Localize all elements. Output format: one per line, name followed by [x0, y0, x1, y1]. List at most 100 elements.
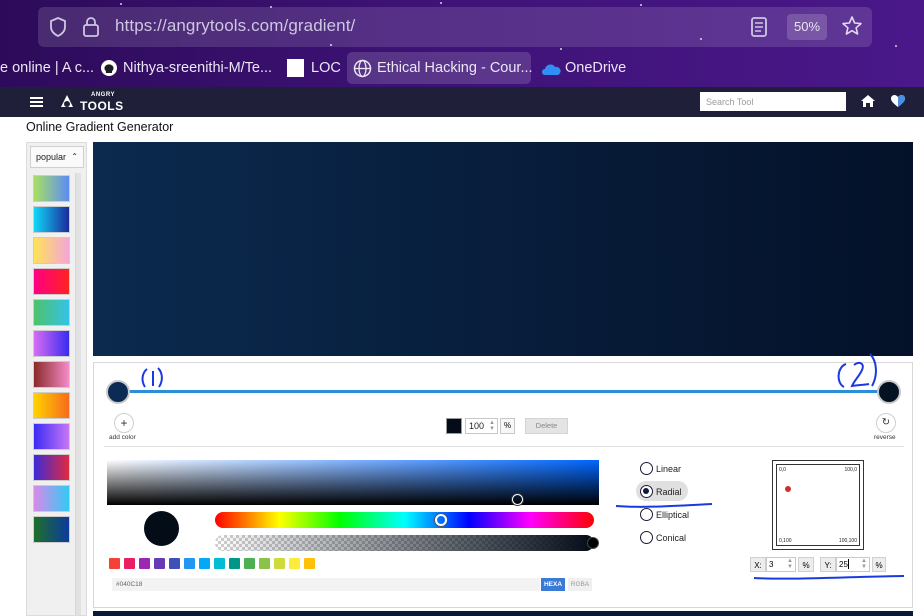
- selected-stop-color[interactable]: [446, 418, 462, 434]
- y-label: Y:: [820, 557, 836, 572]
- preset-gradient-swatch[interactable]: [33, 330, 70, 357]
- preset-gradient-swatch[interactable]: [33, 175, 70, 202]
- bookmark-item-github[interactable]: Nithya-sreenithi-M/Te...: [100, 52, 272, 84]
- saturation-picker[interactable]: [107, 460, 599, 505]
- reader-view-icon[interactable]: [750, 16, 768, 38]
- y-percent-unit: %: [872, 557, 886, 572]
- rgba-mode-button[interactable]: RGBA: [568, 578, 592, 591]
- corner-label: 0,0: [779, 467, 786, 473]
- bookmark-item[interactable]: e online | A c...: [0, 52, 94, 84]
- output-area-edge: [93, 611, 913, 616]
- logo-text-small: ANGRY: [91, 92, 115, 98]
- position-grid[interactable]: 0,0 100,0 0,100 100,100: [776, 464, 860, 546]
- alpha-slider[interactable]: [215, 535, 594, 551]
- alpha-slider-handle[interactable]: [587, 537, 599, 549]
- palette-color-chip[interactable]: [214, 558, 225, 569]
- url-text[interactable]: https://angrytools.com/gradient/: [115, 16, 355, 36]
- preset-list: [33, 175, 70, 547]
- lock-icon[interactable]: [82, 16, 100, 38]
- divider: [104, 446, 904, 447]
- page-icon: [287, 59, 304, 77]
- home-icon[interactable]: [860, 94, 876, 108]
- sidebar-scrollbar[interactable]: [75, 173, 81, 615]
- onedrive-cloud-icon: [542, 64, 561, 75]
- position-marker[interactable]: [785, 486, 791, 492]
- x-label: X:: [750, 557, 766, 572]
- reverse-label: reverse: [874, 434, 896, 441]
- hexa-mode-button[interactable]: HEXA: [541, 578, 565, 591]
- spinner-icon[interactable]: ▲ ▼: [787, 558, 793, 570]
- color-stop-handle-end[interactable]: [877, 380, 901, 404]
- add-color-label: add color: [109, 434, 136, 441]
- gradient-stop-bar[interactable]: [118, 390, 890, 393]
- preset-gradient-swatch[interactable]: [33, 268, 70, 295]
- updown-chevron-icon: ⌃: [71, 152, 78, 161]
- corner-label: 0,100: [779, 538, 792, 544]
- bookmark-item-ethical-hacking[interactable]: Ethical Hacking - Cour...: [347, 52, 533, 84]
- saturation-handle[interactable]: [512, 494, 523, 505]
- palette-color-chip[interactable]: [169, 558, 180, 569]
- percent-unit: %: [500, 418, 515, 434]
- palette-color-chip[interactable]: [244, 558, 255, 569]
- radio-circle[interactable]: [640, 508, 653, 521]
- add-color-button[interactable]: +: [114, 413, 134, 433]
- search-tool-input[interactable]: [700, 92, 846, 111]
- shield-icon[interactable]: [48, 16, 68, 38]
- preset-gradient-swatch[interactable]: [33, 454, 70, 481]
- palette-color-chip[interactable]: [259, 558, 270, 569]
- palette-color-chip[interactable]: [109, 558, 120, 569]
- globe-icon: [353, 59, 372, 78]
- position-picker[interactable]: 0,0 100,0 0,100 100,100: [772, 460, 864, 550]
- corner-label: 100,0: [844, 467, 857, 473]
- logo-text[interactable]: TOOLS: [80, 99, 124, 113]
- bookmark-star-icon[interactable]: [841, 15, 863, 37]
- palette-color-chip[interactable]: [154, 558, 165, 569]
- page-title: Online Gradient Generator: [26, 120, 174, 134]
- preset-gradient-swatch[interactable]: [33, 206, 70, 233]
- radio-circle[interactable]: [640, 462, 653, 475]
- hue-slider[interactable]: [215, 512, 594, 528]
- palette-color-chip[interactable]: [274, 558, 285, 569]
- preset-gradient-swatch[interactable]: [33, 299, 70, 326]
- address-bar[interactable]: https://angrytools.com/gradient/ 50%: [38, 7, 872, 47]
- color-stop-handle-start[interactable]: [106, 380, 130, 404]
- x-input[interactable]: 3 ▲ ▼: [766, 557, 796, 572]
- palette-color-chip[interactable]: [184, 558, 195, 569]
- angrytools-logo-icon[interactable]: [60, 94, 74, 110]
- current-color-swatch: [144, 511, 179, 546]
- preset-gradient-swatch[interactable]: [33, 237, 70, 264]
- zoom-level-button[interactable]: 50%: [787, 14, 827, 40]
- preset-gradient-swatch[interactable]: [33, 392, 70, 419]
- bookmarks-bar: e online | A c... Nithya-sreenithi-M/Te.…: [0, 51, 924, 85]
- gradient-preview: [93, 142, 913, 356]
- reverse-button[interactable]: ↻: [876, 413, 896, 433]
- browser-chrome: https://angrytools.com/gradient/ 50% e o…: [0, 0, 924, 87]
- preset-gradient-swatch[interactable]: [33, 423, 70, 450]
- y-input[interactable]: 25 ▲ ▼: [836, 557, 870, 572]
- radio-circle-selected[interactable]: [640, 485, 653, 498]
- gradient-editor: + add color ↻ reverse 100 ▲ ▼ % Delete #0…: [93, 362, 913, 608]
- palette-color-chip[interactable]: [124, 558, 135, 569]
- preset-sidebar: popular ⌃: [26, 142, 87, 616]
- bookmark-item-loc[interactable]: LOC: [286, 52, 341, 84]
- palette-color-chip[interactable]: [199, 558, 210, 569]
- preset-gradient-swatch[interactable]: [33, 361, 70, 388]
- delete-stop-button[interactable]: Delete: [525, 418, 568, 434]
- bookmark-item-onedrive[interactable]: OneDrive: [540, 52, 626, 84]
- spinner-icon[interactable]: ▲ ▼: [489, 420, 495, 432]
- spinner-icon[interactable]: ▲ ▼: [861, 558, 867, 570]
- preset-gradient-swatch[interactable]: [33, 485, 70, 512]
- radio-circle[interactable]: [640, 531, 653, 544]
- corner-label: 100,100: [838, 538, 857, 544]
- opacity-input[interactable]: 100 ▲ ▼: [465, 418, 498, 434]
- preset-gradient-swatch[interactable]: [33, 516, 70, 543]
- favorite-heart-icon[interactable]: [890, 94, 906, 108]
- preset-filter-select[interactable]: popular ⌃: [30, 146, 84, 168]
- github-icon: [101, 60, 117, 76]
- palette-color-chip[interactable]: [289, 558, 300, 569]
- hex-value-field[interactable]: #040C18: [112, 578, 540, 591]
- palette-color-chip[interactable]: [304, 558, 315, 569]
- palette-color-chip[interactable]: [229, 558, 240, 569]
- palette-color-chip[interactable]: [139, 558, 150, 569]
- menu-icon[interactable]: [30, 97, 43, 107]
